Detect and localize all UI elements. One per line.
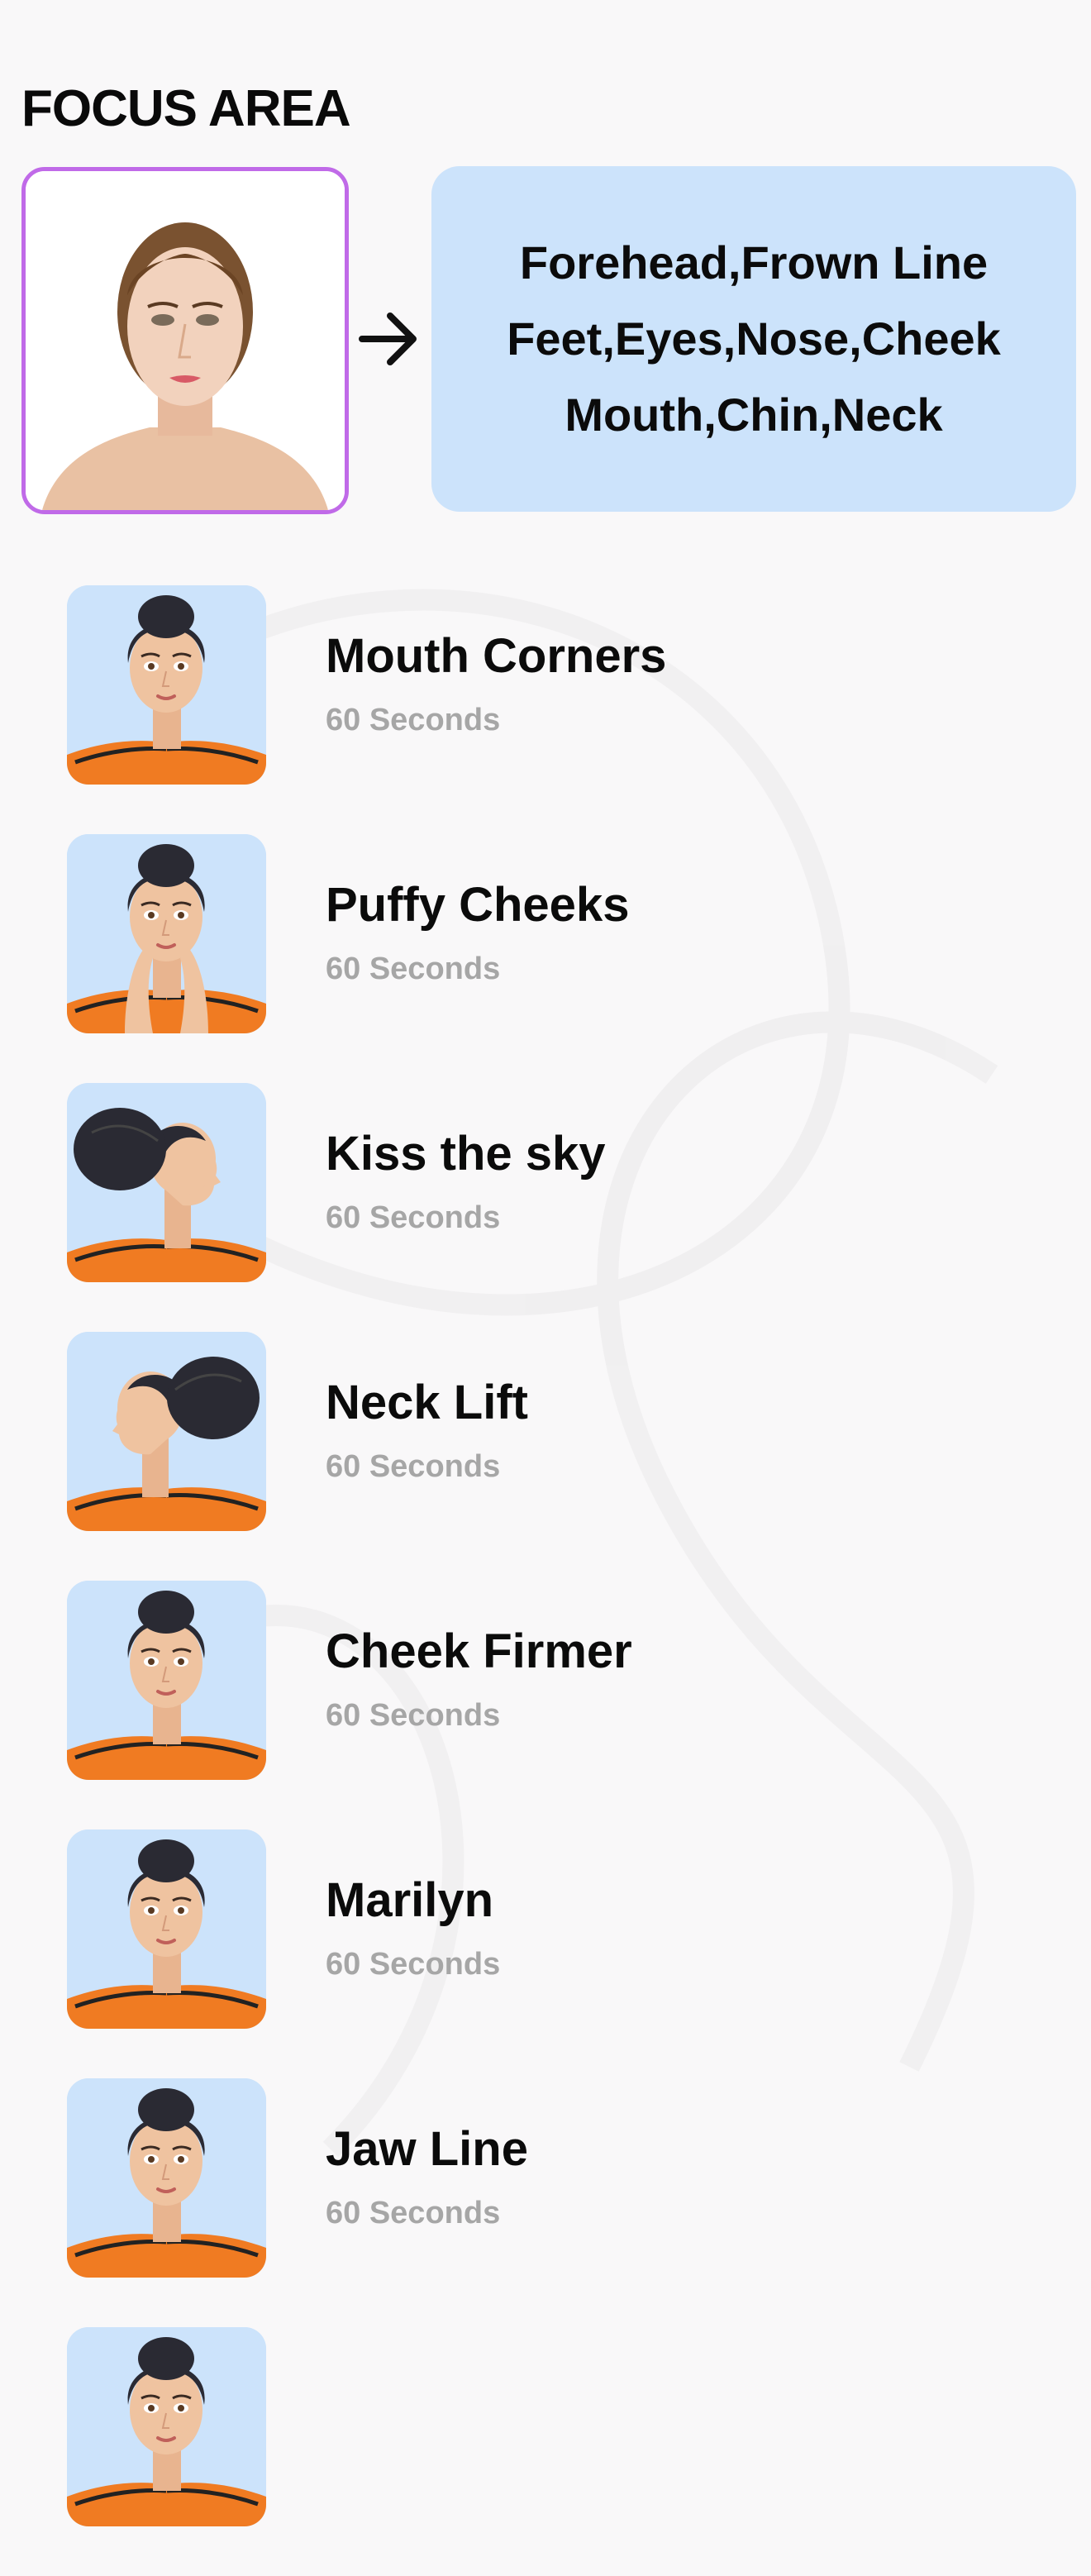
exercise-name: Puffy Cheeks [326, 878, 630, 932]
exercise-duration: 60 Seconds [326, 1947, 501, 1982]
exercise-thumbnail [67, 585, 266, 785]
exercise-thumbnail [67, 1083, 266, 1282]
exercise-thumbnail [67, 1332, 266, 1531]
exercise-duration: 60 Seconds [326, 1449, 501, 1484]
exercise-item[interactable]: Puffy Cheeks 60 Seconds [0, 834, 1091, 1083]
avatar-illustration [67, 585, 266, 785]
woman-face-illustration [26, 171, 345, 510]
face-preview-card[interactable] [21, 167, 349, 514]
focus-areas-line: Mouth,Chin,Neck [565, 389, 943, 441]
avatar-illustration [67, 1083, 266, 1282]
arrow-right-icon [359, 312, 417, 365]
exercise-name: Marilyn [326, 1873, 494, 1927]
exercise-list: Mouth Corners 60 Seconds Puffy Cheeks 60… [0, 585, 1091, 2576]
exercise-name: Jaw Line [326, 2122, 528, 2176]
exercise-duration: 60 Seconds [326, 1200, 501, 1235]
exercise-name: Kiss the sky [326, 1127, 606, 1181]
exercise-duration: 60 Seconds [326, 703, 501, 737]
exercise-item[interactable]: Marilyn 60 Seconds [0, 1829, 1091, 2078]
avatar-illustration [67, 2327, 266, 2526]
exercise-item[interactable]: Mouth Corners 60 Seconds [0, 585, 1091, 834]
exercise-thumbnail [67, 2078, 266, 2278]
avatar-illustration [67, 1332, 266, 1531]
exercise-duration: 60 Seconds [326, 2196, 501, 2230]
exercise-item[interactable]: Jaw Line 60 Seconds [0, 2078, 1091, 2327]
exercise-item[interactable]: Kiss the sky 60 Seconds [0, 1083, 1091, 1332]
exercise-item[interactable]: Cheek Firmer 60 Seconds [0, 1581, 1091, 1829]
avatar-illustration [67, 834, 266, 1033]
exercise-name: Neck Lift [326, 1376, 528, 1429]
exercise-item[interactable]: Neck Lift 60 Seconds [0, 1332, 1091, 1581]
focus-areas-box: Forehead,Frown Line Feet,Eyes,Nose,Cheek… [431, 166, 1076, 512]
exercise-thumbnail [67, 1581, 266, 1780]
exercise-name: Cheek Firmer [326, 1624, 632, 1678]
page-title: FOCUS AREA [21, 80, 351, 137]
avatar-illustration [67, 2078, 266, 2278]
focus-areas-line: Forehead,Frown Line [519, 236, 989, 289]
exercise-duration: 60 Seconds [326, 1698, 501, 1733]
avatar-illustration [67, 1829, 266, 2029]
exercise-thumbnail [67, 834, 266, 1033]
exercise-duration: 60 Seconds [326, 952, 501, 986]
exercise-thumbnail [67, 1829, 266, 2029]
focus-areas-line: Feet,Eyes,Nose,Cheek [507, 312, 1001, 365]
avatar-illustration [67, 1581, 266, 1780]
exercise-name: Mouth Corners [326, 629, 667, 683]
exercise-item[interactable] [0, 2327, 1091, 2576]
exercise-thumbnail [67, 2327, 266, 2526]
